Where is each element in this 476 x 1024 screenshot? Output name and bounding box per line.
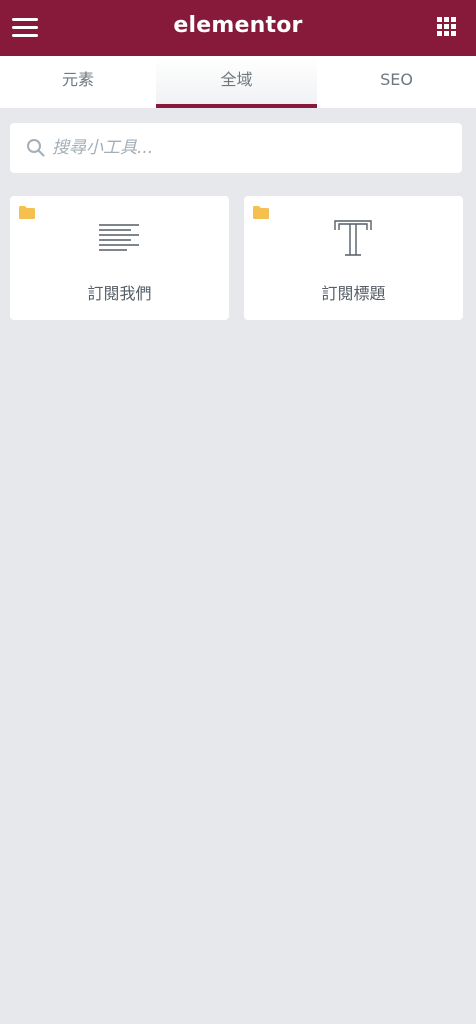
folder-icon	[19, 206, 35, 219]
search-icon	[27, 139, 45, 157]
text-editor-icon	[99, 224, 139, 251]
tab-elements[interactable]: 元素	[0, 56, 156, 108]
tab-global[interactable]: 全域	[156, 56, 317, 108]
grid-apps-icon[interactable]	[437, 17, 457, 37]
widget-card-subscribe-heading[interactable]: 訂閱標題	[244, 196, 463, 320]
search-input[interactable]	[52, 123, 448, 173]
elementor-logo: elementor	[173, 13, 303, 38]
heading-icon	[334, 220, 372, 256]
widget-label: 訂閱標題	[321, 284, 386, 303]
widget-card-subscribe-us[interactable]: 訂閱我們	[10, 196, 229, 320]
folder-icon	[253, 206, 269, 219]
tab-seo[interactable]: SEO	[317, 56, 476, 108]
panel-tabs: 元素 全域 SEO	[0, 56, 476, 108]
widget-label: 訂閱我們	[87, 284, 152, 303]
widget-search-box	[10, 123, 462, 173]
top-bar: elementor	[0, 0, 476, 56]
